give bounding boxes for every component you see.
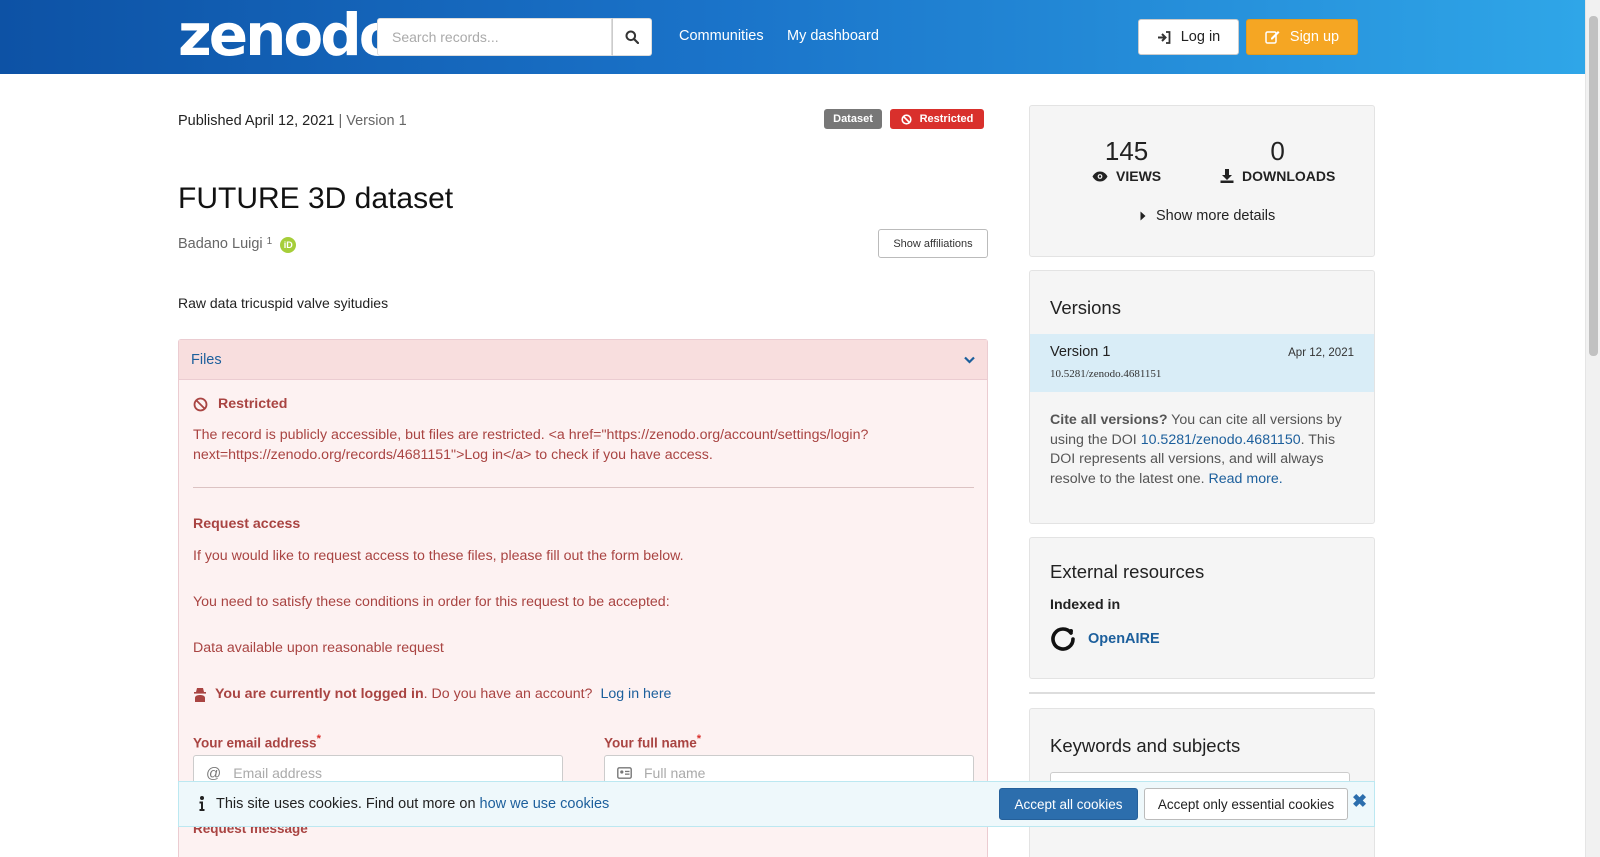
id-card-icon: [617, 767, 632, 779]
not-logged-in-text: . Do you have an account?: [423, 686, 593, 702]
files-panel-header[interactable]: Files: [179, 340, 987, 380]
version-name[interactable]: Version 1: [1050, 344, 1110, 360]
user-secret-icon: [194, 687, 206, 702]
published-line: Published April 12, 2021 | Version 1: [178, 113, 407, 129]
files-panel: Files Restricted The record is publicly …: [178, 339, 988, 857]
external-resources-title: External resources: [1050, 561, 1205, 582]
version-doi: 10.5281/zenodo.4681151: [1050, 368, 1162, 380]
chevron-down-icon: [964, 356, 975, 364]
required-mark: *: [696, 733, 702, 745]
stats-card: 145 VIEWS 0 DOWNLOADS Show more details: [1029, 105, 1375, 257]
not-logged-in-bold: You are currently not logged in: [215, 686, 424, 702]
downloads-count: 0: [1270, 136, 1285, 166]
record-description: Raw data tricuspid valve syitudies: [178, 295, 389, 311]
login-button[interactable]: Log in: [1138, 19, 1239, 55]
views-label: VIEWS: [1116, 168, 1162, 184]
sign-in-icon: [1157, 30, 1171, 44]
version-row[interactable]: Version 1 Apr 12, 2021 10.5281/zenodo.46…: [1030, 334, 1374, 392]
required-mark: *: [316, 733, 321, 745]
fullname-label-text: Your full name: [604, 735, 697, 751]
restricted-badge-label: Restricted: [919, 113, 974, 125]
concept-doi-link[interactable]: 10.5281/zenodo.4681150: [1141, 432, 1301, 448]
login-label: Log in: [1180, 29, 1221, 45]
nav-communities[interactable]: Communities: [679, 28, 764, 44]
show-affiliations-button[interactable]: Show affiliations: [878, 229, 988, 258]
zenodo-logo[interactable]: zenodo: [178, 6, 399, 64]
fullname-label: Your full name*: [604, 733, 701, 751]
search-icon: [625, 30, 639, 44]
openaire-link[interactable]: OpenAIRE: [1050, 626, 1160, 652]
author-name[interactable]: Badano Luigi: [178, 236, 263, 252]
versions-card: Versions Version 1 Apr 12, 2021 10.5281/…: [1029, 270, 1375, 524]
request-conditions-intro: You need to satisfy these conditions in …: [193, 594, 670, 610]
affiliation-number: 1: [266, 236, 273, 247]
show-more-details-toggle[interactable]: Show more details: [1140, 208, 1275, 224]
caret-right-icon: [1140, 211, 1146, 221]
ban-icon: [900, 113, 912, 125]
versions-title: Versions: [1050, 297, 1121, 318]
edit-icon: [1265, 31, 1280, 44]
scrollbar-thumb[interactable]: [1589, 16, 1598, 356]
orcid-icon[interactable]: iD: [280, 237, 297, 253]
cookie-message: This site uses cookies. Find out more on…: [216, 796, 609, 812]
sidebar-divider: [1029, 692, 1375, 694]
ban-icon: [193, 397, 208, 411]
fullname-placeholder: Full name: [644, 765, 706, 781]
version-label: | Version 1: [338, 113, 407, 129]
dataset-badge: Dataset: [824, 109, 882, 129]
accept-all-cookies-button[interactable]: Accept all cookies: [999, 788, 1138, 820]
openaire-label: OpenAIRE: [1088, 631, 1160, 647]
files-title: Files: [191, 351, 222, 368]
restricted-heading: Restricted: [193, 396, 287, 412]
indexed-in-label: Indexed in: [1050, 597, 1121, 613]
show-more-details-label: Show more details: [1156, 208, 1276, 224]
login-here-link[interactable]: Log in here: [600, 686, 671, 702]
eye-icon: [1092, 171, 1108, 181]
files-divider: [193, 487, 974, 488]
top-header: zenodo Communities My dashboard Log in S…: [0, 0, 1585, 74]
close-icon[interactable]: ✖: [1352, 791, 1367, 812]
not-logged-in-notice: You are currently not logged in. Do you …: [193, 686, 671, 702]
version-date: Apr 12, 2021: [1288, 347, 1354, 359]
restricted-heading-label: Restricted: [218, 396, 288, 412]
downloads-stat: 0 DOWNLOADS: [1220, 136, 1335, 184]
author-list: Badano Luigi 1 iD: [178, 236, 297, 253]
email-label: Your email address*: [193, 733, 321, 751]
read-more-link[interactable]: Read more.: [1209, 471, 1283, 487]
cookie-text: This site uses cookies. Find out more on: [216, 796, 476, 812]
search-bar: [377, 18, 652, 56]
restricted-message: The record is publicly accessible, but f…: [193, 427, 869, 463]
views-label-row: VIEWS: [1092, 168, 1161, 184]
published-date: Published April 12, 2021: [178, 113, 335, 129]
email-placeholder: Email address: [233, 765, 322, 781]
email-label-text: Your email address: [193, 735, 317, 751]
downloads-label-row: DOWNLOADS: [1220, 168, 1335, 184]
signup-label: Sign up: [1289, 29, 1340, 45]
download-icon: [1220, 169, 1234, 183]
info-icon: [199, 796, 205, 811]
external-resources-card: External resources Indexed in OpenAIRE: [1029, 537, 1375, 679]
record-title: FUTURE 3D dataset: [178, 182, 454, 215]
signup-button[interactable]: Sign up: [1246, 19, 1358, 55]
keywords-title: Keywords and subjects: [1050, 735, 1241, 756]
downloads-label: DOWNLOADS: [1242, 168, 1336, 184]
cookie-banner: This site uses cookies. Find out more on…: [178, 781, 1375, 827]
search-button[interactable]: [612, 18, 652, 56]
cite-all-versions: Cite all versions? You can cite all vers…: [1050, 411, 1360, 489]
request-access-heading: Request access: [193, 516, 301, 532]
views-count: 145: [1104, 136, 1149, 166]
views-stat: 145 VIEWS: [1092, 136, 1161, 184]
request-instructions: If you would like to request access to t…: [193, 548, 684, 564]
at-icon: @: [206, 764, 222, 782]
nav-my-dashboard[interactable]: My dashboard: [787, 28, 879, 44]
openaire-icon: [1051, 627, 1075, 651]
cite-bold: Cite all versions?: [1050, 412, 1168, 428]
search-input[interactable]: [377, 18, 612, 56]
restricted-badge: Restricted: [890, 109, 984, 129]
page-scrollbar[interactable]: [1585, 0, 1600, 857]
accept-essential-cookies-button[interactable]: Accept only essential cookies: [1144, 788, 1348, 820]
request-conditions: Data available upon reasonable request: [193, 640, 444, 656]
cookie-policy-link[interactable]: how we use cookies: [480, 796, 610, 812]
